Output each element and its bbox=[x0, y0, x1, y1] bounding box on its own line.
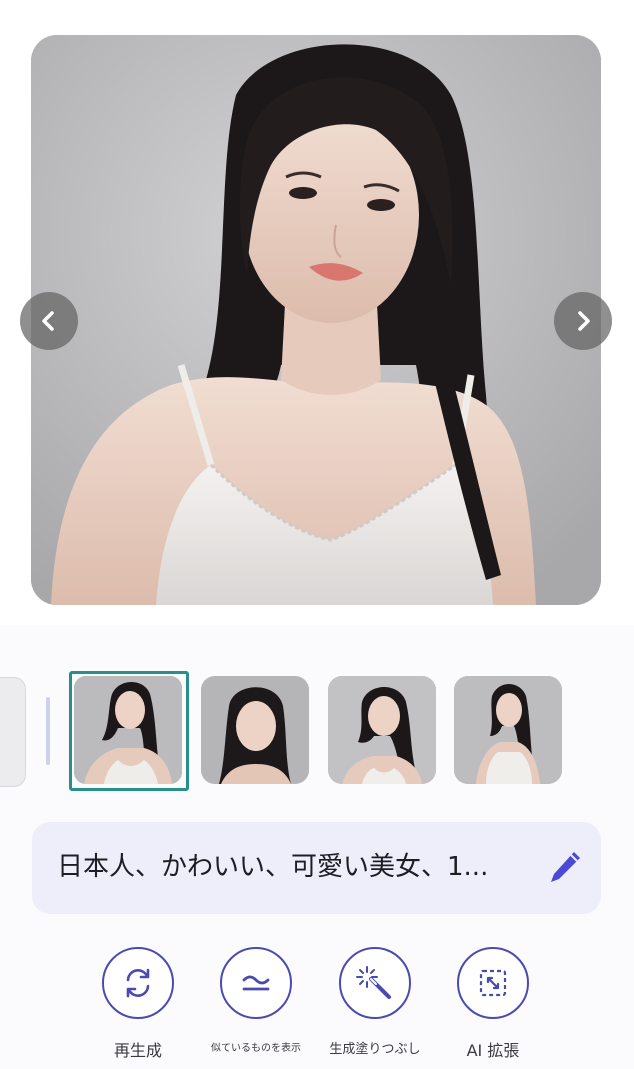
next-image-button[interactable] bbox=[554, 292, 612, 350]
page: 日本人、かわいい、可愛い美女、1... 再生成 似ているものを表示 生成塗りつぶ… bbox=[0, 0, 634, 1069]
prompt-bar[interactable]: 日本人、かわいい、可愛い美女、1... bbox=[32, 822, 601, 914]
chevron-left-icon bbox=[42, 311, 54, 331]
magic-wand-icon bbox=[356, 966, 391, 999]
show-similar-label: 似ているものを表示 bbox=[211, 1043, 301, 1054]
regenerate-icon-circle bbox=[102, 947, 174, 1019]
main-generated-image bbox=[31, 35, 601, 605]
ai-expand-label: AI 拡張 bbox=[466, 1041, 520, 1060]
thumbnail-2[interactable] bbox=[201, 676, 309, 784]
generative-fill-button[interactable]: 生成塗りつぶし bbox=[315, 947, 435, 1057]
generative-fill-label: 生成塗りつぶし bbox=[329, 1042, 421, 1057]
regenerate-icon bbox=[126, 968, 150, 998]
prompt-text: 日本人、かわいい、可愛い美女、1... bbox=[57, 852, 489, 882]
similar-icon-circle bbox=[220, 947, 292, 1019]
magic-wand-icon-circle bbox=[339, 947, 411, 1019]
thumbnail-4[interactable] bbox=[454, 676, 562, 784]
expand-icon-circle bbox=[457, 947, 529, 1019]
thumbnail-previous-set[interactable] bbox=[0, 677, 26, 787]
thumbnail-1[interactable] bbox=[74, 676, 182, 784]
regenerate-label: 再生成 bbox=[113, 1041, 162, 1060]
show-similar-button[interactable]: 似ているものを表示 bbox=[196, 947, 316, 1054]
chevron-right-icon bbox=[578, 311, 590, 331]
regenerate-button[interactable]: 再生成 bbox=[78, 947, 198, 1061]
previous-image-button[interactable] bbox=[20, 292, 78, 350]
thumbnail-3[interactable] bbox=[328, 676, 436, 784]
thumbnail-separator bbox=[46, 697, 50, 765]
similar-icon bbox=[242, 975, 270, 991]
edit-prompt-button[interactable] bbox=[544, 848, 584, 888]
ai-expand-button[interactable]: AI 拡張 bbox=[433, 947, 553, 1061]
pen-icon bbox=[551, 852, 580, 882]
expand-icon bbox=[479, 969, 507, 997]
